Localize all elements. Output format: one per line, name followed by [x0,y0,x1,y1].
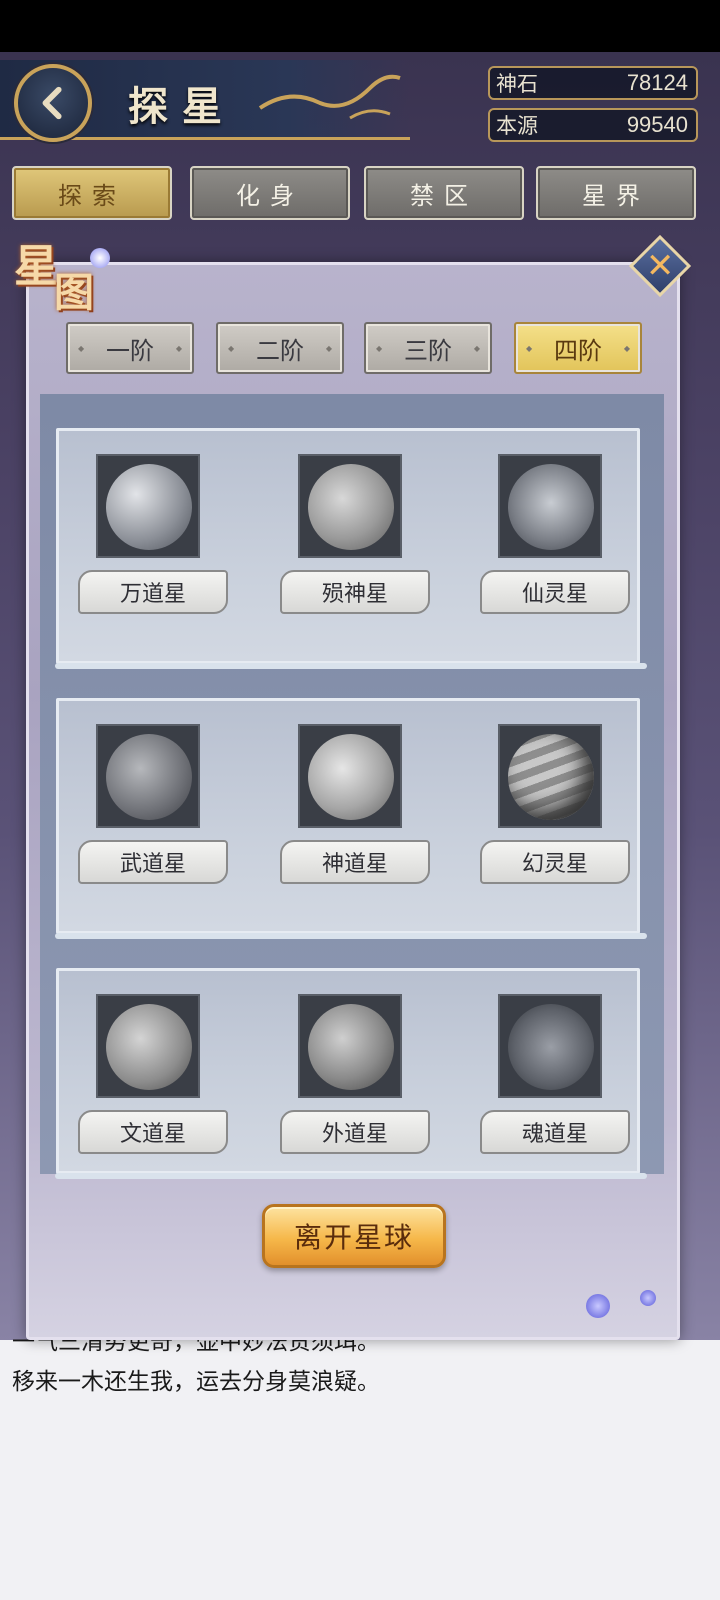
planet-name-button[interactable]: 武道星 [78,840,228,884]
gas-giant-ringed-icon[interactable] [498,724,602,828]
close-icon: ✕ [645,247,675,285]
currency-value: 99540 [626,112,688,137]
currency-label: 本源 [496,115,538,138]
tab-forbidden-zone[interactable]: 禁区 [364,166,524,220]
planet-name-button[interactable]: 文道星 [78,1110,228,1154]
tier-tab-2[interactable]: 二阶 [216,322,344,374]
star-orb-icon [640,1290,656,1306]
planet-name-button[interactable]: 外道星 [280,1110,430,1154]
tier-tab-3[interactable]: 三阶 [364,322,492,374]
misty-planet-icon[interactable] [298,724,402,828]
chevron-left-icon [42,86,62,120]
planet-name-button[interactable]: 仙灵星 [480,570,630,614]
status-bar [0,0,720,52]
close-frame: ✕ [628,234,692,298]
star-orb-icon [586,1294,610,1318]
planet-name-button[interactable]: 神道星 [280,840,430,884]
cloud-ornament-icon [258,74,401,120]
planet-name-button[interactable]: 殒神星 [280,570,430,614]
sparkling-planet-icon[interactable] [498,454,602,558]
currency-benyuan: 本源 99540 [488,108,698,142]
currency-label: 神石 [496,73,538,96]
star-orb-icon [90,248,110,268]
currency-shenshi: 神石 78124 [488,66,698,100]
emblem-char: 星 [14,241,58,292]
glowing-particle-planet-icon[interactable] [498,994,602,1098]
ringed-cratered-planet-icon[interactable] [298,454,402,558]
tab-avatar[interactable]: 化身 [190,166,350,220]
tier-tab-4[interactable]: 四阶 [514,322,642,374]
cratered-planet-icon[interactable] [96,454,200,558]
planet-name-button[interactable]: 幻灵星 [480,840,630,884]
moon-orbit-planet-icon[interactable] [96,994,200,1098]
leave-planet-button[interactable]: 离开星球 [262,1204,446,1268]
tier-tab-1[interactable]: 一阶 [66,322,194,374]
tab-star-realm[interactable]: 星界 [536,166,696,220]
close-button[interactable]: ✕ [628,234,692,298]
poem-line-2: 移来一木还生我，运去分身莫浪疑。 [12,1368,380,1394]
emblem-char: 图 [54,269,94,316]
tab-explore[interactable]: 探索 [12,166,172,220]
dark-spotted-planet-icon[interactable] [298,994,402,1098]
planet-with-moon-icon[interactable] [96,724,200,828]
currency-value: 78124 [626,70,688,95]
planet-name-button[interactable]: 万道星 [78,570,228,614]
page-title: 探星 [128,83,236,130]
back-button[interactable] [14,64,92,142]
planet-name-button[interactable]: 魂道星 [480,1110,630,1154]
